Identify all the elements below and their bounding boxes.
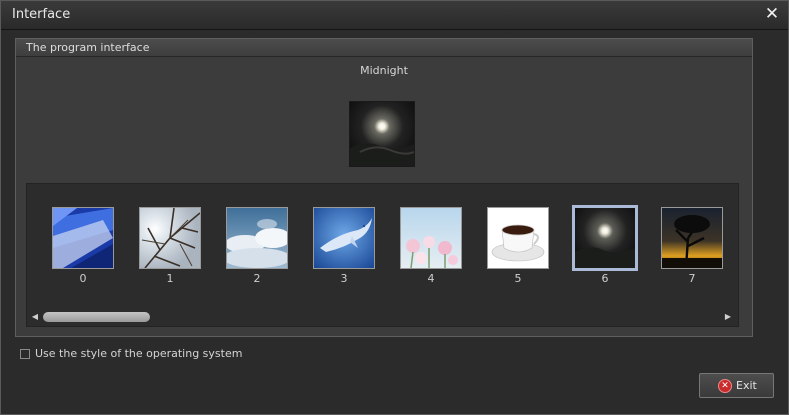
arrow-right-icon[interactable]: ▶ [723, 312, 733, 322]
theme-gallery[interactable]: 0 1 2 3 4 5 6 7 ◀ ▶ [26, 183, 739, 327]
interface-group: The program interface Midnight 0 1 2 3 4… [15, 38, 753, 337]
theme-label-7: 7 [688, 272, 696, 285]
title-bar: Interface ✕ [1, 1, 788, 30]
theme-label-2: 2 [253, 272, 261, 285]
theme-label-6: 6 [601, 272, 609, 285]
close-icon[interactable]: ✕ [764, 6, 780, 23]
exit-icon: ✕ [718, 379, 732, 393]
theme-label-3: 3 [340, 272, 348, 285]
arrow-left-icon[interactable]: ◀ [30, 312, 40, 322]
theme-label-1: 1 [166, 272, 174, 285]
current-theme-name: Midnight [360, 64, 408, 77]
theme-thumb-1[interactable] [139, 207, 201, 269]
gallery-scrollbar[interactable]: ◀ ▶ [27, 309, 738, 324]
scrollbar-thumb[interactable] [43, 312, 150, 322]
theme-label-5: 5 [514, 272, 522, 285]
group-header: The program interface [16, 39, 752, 57]
theme-thumb-6-selected[interactable] [572, 205, 638, 271]
theme-label-4: 4 [427, 272, 435, 285]
group-title: The program interface [26, 41, 150, 54]
os-style-checkbox[interactable] [20, 349, 30, 359]
theme-thumb-4[interactable] [400, 207, 462, 269]
window-title: Interface [12, 7, 71, 22]
os-style-label: Use the style of the operating system [35, 347, 243, 360]
exit-button[interactable]: ✕ Exit [699, 373, 774, 398]
theme-label-0: 0 [79, 272, 87, 285]
theme-thumb-5[interactable] [487, 207, 549, 269]
interface-window: Interface ✕ The program interface Midnig… [0, 0, 789, 415]
exit-label: Exit [736, 379, 757, 392]
theme-thumb-7[interactable] [661, 207, 723, 269]
theme-thumb-0[interactable] [52, 207, 114, 269]
theme-preview-image [349, 101, 415, 167]
theme-thumb-3[interactable] [313, 207, 375, 269]
theme-thumb-2[interactable] [226, 207, 288, 269]
